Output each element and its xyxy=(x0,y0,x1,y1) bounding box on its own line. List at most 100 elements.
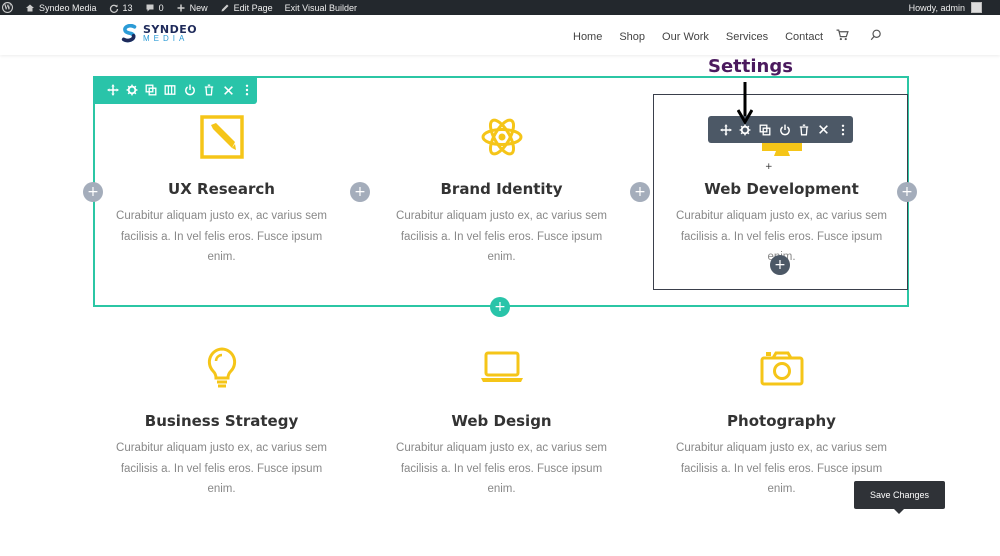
blurb-title: Business Strategy xyxy=(144,412,299,430)
new-label: New xyxy=(189,2,208,13)
blurb-title: Brand Identity xyxy=(440,180,563,198)
blurb-body: Curabitur aliquam justo ex, ac varius se… xyxy=(116,442,327,495)
add-column-button[interactable]: + xyxy=(897,182,917,202)
new-content-link[interactable]: New xyxy=(176,0,208,15)
row-delete-button[interactable] xyxy=(199,76,218,104)
updates-count: 13 xyxy=(122,2,133,13)
exit-visual-builder-link[interactable]: Exit Visual Builder xyxy=(285,0,357,15)
blurb-title: UX Research xyxy=(168,180,275,198)
plus-icon: + xyxy=(774,257,786,273)
module-close-button[interactable] xyxy=(814,116,834,143)
trash-icon xyxy=(799,124,809,135)
howdy-label: Howdy, admin xyxy=(908,2,965,13)
lightbulb-icon xyxy=(207,347,236,388)
module-more-options-button[interactable] xyxy=(833,116,853,143)
row-close-button[interactable] xyxy=(219,76,238,104)
trash-icon xyxy=(204,84,214,96)
close-icon xyxy=(819,125,829,134)
blurb-module[interactable]: Brand Identity Curabitur aliquam justo e… xyxy=(374,114,629,268)
row-move-button[interactable] xyxy=(103,76,122,104)
home-icon xyxy=(26,4,34,11)
row-settings-button[interactable] xyxy=(122,76,141,104)
comments-count: 0 xyxy=(158,2,164,13)
blurb-title: Web Design xyxy=(451,412,552,430)
blurb-module[interactable]: UX Research Curabitur aliquam justo ex, … xyxy=(94,114,349,268)
edit-page-link[interactable]: Edit Page xyxy=(220,0,273,15)
plus-icon: + xyxy=(354,184,366,200)
laptop-icon xyxy=(480,351,523,382)
svg-text:W: W xyxy=(3,5,11,12)
more-vertical-icon xyxy=(842,124,845,135)
module-toolbar xyxy=(708,116,853,143)
pencil-square-icon xyxy=(199,115,244,159)
module-move-button[interactable] xyxy=(716,116,736,143)
cart-button[interactable] xyxy=(836,29,849,44)
logo-main-text: SYNDEO xyxy=(143,23,198,36)
gear-icon xyxy=(739,124,751,135)
gear-icon xyxy=(126,84,138,96)
add-column-button[interactable]: + xyxy=(630,182,650,202)
site-logo[interactable]: SYNDEO MEDIA xyxy=(121,24,197,44)
logo-sub-text: MEDIA xyxy=(143,34,189,43)
close-icon xyxy=(223,85,233,95)
blurb-module[interactable]: Web Design Curabitur aliquam justo ex, a… xyxy=(374,346,629,500)
row-save-to-library-button[interactable] xyxy=(180,76,199,104)
site-header: SYNDEO MEDIA Home Shop Our Work Services… xyxy=(0,15,1000,55)
power-icon xyxy=(184,84,195,96)
plus-icon: + xyxy=(494,299,506,315)
admin-bar: W Syndeo Media 13 0 New Edit Page Exit V… xyxy=(0,0,1000,15)
move-icon xyxy=(720,124,732,135)
search-icon xyxy=(870,29,881,41)
nav-item-services[interactable]: Services xyxy=(726,31,768,43)
avatar xyxy=(971,2,982,13)
settings-annotation-label: Settings xyxy=(708,56,793,77)
pencil-icon xyxy=(221,4,229,11)
add-module-button[interactable]: + xyxy=(770,255,790,275)
blurb-title: Web Development xyxy=(704,180,859,198)
site-name-link[interactable]: Syndeo Media xyxy=(25,0,97,15)
main-nav: Home Shop Our Work Services Contact xyxy=(573,29,899,44)
blurb-title: Photography xyxy=(727,412,836,430)
blurb-module[interactable]: Photography Curabitur aliquam justo ex, … xyxy=(654,346,909,500)
blurb-body: Curabitur aliquam justo ex, ac varius se… xyxy=(396,210,607,263)
nav-item-home[interactable]: Home xyxy=(573,31,602,43)
row-duplicate-button[interactable] xyxy=(142,76,161,104)
add-row-button[interactable]: + xyxy=(490,297,510,317)
blurb-body: Curabitur aliquam justo ex, ac varius se… xyxy=(116,210,327,263)
wordpress-logo-button[interactable]: W xyxy=(2,0,13,15)
search-button[interactable] xyxy=(870,29,882,44)
row-columns-button[interactable] xyxy=(161,76,180,104)
duplicate-icon xyxy=(145,84,157,96)
more-vertical-icon xyxy=(246,84,249,96)
atom-icon xyxy=(481,118,522,156)
comments-link[interactable]: 0 xyxy=(145,0,164,15)
nav-item-contact[interactable]: Contact xyxy=(785,31,823,43)
add-column-button[interactable]: + xyxy=(350,182,370,202)
comment-icon xyxy=(146,4,154,11)
module-duplicate-button[interactable] xyxy=(755,116,775,143)
account-menu[interactable]: Howdy, admin xyxy=(909,0,982,15)
row-toolbar xyxy=(93,76,257,104)
exit-builder-label: Exit Visual Builder xyxy=(284,2,357,13)
edit-page-label: Edit Page xyxy=(233,2,273,13)
add-module-indicator[interactable]: + xyxy=(765,162,773,172)
row-more-options-button[interactable] xyxy=(238,76,257,104)
updates-link[interactable]: 13 xyxy=(109,0,133,15)
nav-item-shop[interactable]: Shop xyxy=(619,31,645,43)
plus-icon: + xyxy=(901,184,913,200)
plus-icon: + xyxy=(634,184,646,200)
save-changes-button[interactable]: Save Changes xyxy=(854,481,945,514)
blurb-module[interactable]: Business Strategy Curabitur aliquam just… xyxy=(94,346,349,500)
camera-icon xyxy=(760,351,803,386)
blurb-body: Curabitur aliquam justo ex, ac varius se… xyxy=(396,442,607,495)
plus-icon xyxy=(177,4,185,11)
move-icon xyxy=(107,84,119,96)
power-icon xyxy=(779,124,790,135)
nav-item-our-work[interactable]: Our Work xyxy=(662,31,709,43)
module-delete-button[interactable] xyxy=(794,116,814,143)
plus-icon: + xyxy=(87,184,99,200)
refresh-icon xyxy=(109,4,118,13)
module-save-to-library-button[interactable] xyxy=(775,116,795,143)
columns-icon xyxy=(164,85,176,95)
add-column-button[interactable]: + xyxy=(83,182,103,202)
